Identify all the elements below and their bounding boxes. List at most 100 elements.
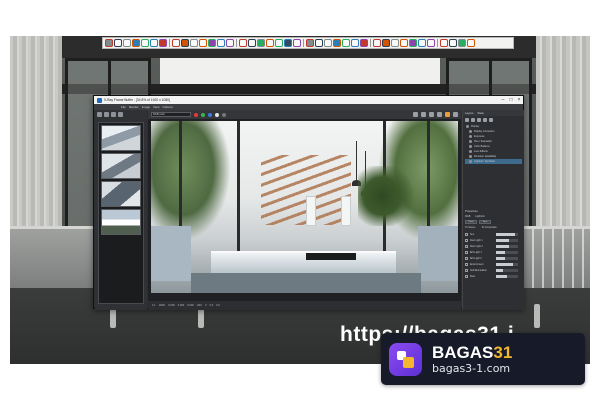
to-scene-option[interactable]: To Scene bbox=[465, 226, 475, 229]
toolbar-tool-icon[interactable] bbox=[123, 39, 131, 47]
stop-render-icon[interactable] bbox=[453, 112, 458, 117]
light-slider[interactable] bbox=[496, 262, 518, 266]
light-checkbox[interactable] bbox=[465, 262, 468, 266]
toolbar-tool-icon[interactable] bbox=[105, 39, 113, 47]
radio-lightmix[interactable]: Lightmix bbox=[475, 215, 484, 218]
eye-icon[interactable] bbox=[469, 145, 472, 148]
compare-icon[interactable] bbox=[118, 112, 123, 117]
menu-file[interactable]: File bbox=[121, 105, 126, 109]
history-thumbnail[interactable] bbox=[101, 153, 141, 179]
eye-icon[interactable] bbox=[469, 135, 472, 138]
toolbar-tool-icon[interactable] bbox=[172, 39, 180, 47]
layer-row[interactable]: Lightmix: Synthetic bbox=[465, 159, 522, 164]
light-checkbox[interactable] bbox=[465, 244, 468, 248]
save-preset-icon[interactable] bbox=[471, 117, 475, 122]
radio-rgb[interactable]: RGB bbox=[465, 215, 470, 218]
eye-icon[interactable] bbox=[466, 125, 469, 128]
history-thumbnail[interactable] bbox=[101, 181, 141, 207]
delete-icon[interactable] bbox=[111, 112, 116, 117]
toolbar-tool-icon[interactable] bbox=[427, 39, 435, 47]
green-channel-icon[interactable] bbox=[201, 112, 205, 117]
reset-button[interactable]: Reset bbox=[465, 220, 477, 224]
save-button[interactable]: Save bbox=[479, 220, 491, 224]
menu-render[interactable]: Render bbox=[129, 105, 139, 109]
toolbar-tool-icon[interactable] bbox=[418, 39, 426, 47]
toolbar-tool-icon[interactable] bbox=[449, 39, 457, 47]
toolbar-tool-icon[interactable] bbox=[324, 39, 332, 47]
close-icon[interactable]: × bbox=[515, 96, 523, 104]
toolbar-tool-icon[interactable] bbox=[248, 39, 256, 47]
toolbar-tool-icon[interactable] bbox=[114, 39, 122, 47]
mono-channel-icon[interactable] bbox=[222, 112, 226, 117]
toolbar-tool-icon[interactable] bbox=[132, 39, 140, 47]
light-checkbox[interactable] bbox=[465, 256, 468, 260]
toolbar-tool-icon[interactable] bbox=[400, 39, 408, 47]
eye-icon[interactable] bbox=[469, 150, 472, 153]
toolbar-tool-icon[interactable] bbox=[351, 39, 359, 47]
channel-select[interactable]: RGB color bbox=[151, 112, 191, 117]
toolbar-tool-icon[interactable] bbox=[275, 39, 283, 47]
menu-image[interactable]: Image bbox=[142, 105, 150, 109]
load-preset-icon[interactable] bbox=[477, 117, 481, 122]
eye-icon[interactable] bbox=[469, 130, 472, 133]
eye-icon[interactable] bbox=[469, 160, 472, 163]
toolbar-tool-icon[interactable] bbox=[284, 39, 292, 47]
light-slider[interactable] bbox=[496, 274, 518, 278]
toolbar-tool-icon[interactable] bbox=[382, 39, 390, 47]
tab-stats[interactable]: Stats bbox=[477, 111, 483, 115]
blue-channel-icon[interactable] bbox=[208, 112, 212, 117]
light-slider[interactable] bbox=[496, 268, 518, 272]
render-teapot-icon[interactable] bbox=[445, 112, 450, 117]
history-icon[interactable] bbox=[489, 117, 493, 122]
light-checkbox[interactable] bbox=[465, 238, 468, 242]
history-thumbnail[interactable] bbox=[101, 125, 141, 151]
window-title-bar[interactable]: V-Ray Frame Buffer - [34.8% of 1920 x 10… bbox=[94, 96, 523, 104]
eye-icon[interactable] bbox=[469, 155, 472, 158]
save-icon[interactable] bbox=[97, 112, 102, 117]
brand-badge[interactable]: BAGAS31 bagas3-1.com bbox=[381, 333, 585, 385]
minimize-icon[interactable]: – bbox=[499, 96, 507, 104]
light-slider[interactable] bbox=[496, 256, 518, 260]
toolbar-tool-icon[interactable] bbox=[199, 39, 207, 47]
light-checkbox[interactable] bbox=[465, 232, 468, 236]
toolbar-tool-icon[interactable] bbox=[333, 39, 341, 47]
folder-icon[interactable] bbox=[104, 112, 109, 117]
toolbar-tool-icon[interactable] bbox=[409, 39, 417, 47]
toolbar-tool-icon[interactable] bbox=[440, 39, 448, 47]
alpha-channel-icon[interactable] bbox=[215, 112, 219, 117]
toolbar-tool-icon[interactable] bbox=[266, 39, 274, 47]
toolbar-tool-icon[interactable] bbox=[190, 39, 198, 47]
light-slider[interactable] bbox=[496, 232, 518, 236]
region-render-icon[interactable] bbox=[421, 112, 426, 117]
toolbar-tool-icon[interactable] bbox=[150, 39, 158, 47]
toolbar-tool-icon[interactable] bbox=[239, 39, 247, 47]
toolbar-tool-icon[interactable] bbox=[293, 39, 301, 47]
toolbar-tool-icon[interactable] bbox=[257, 39, 265, 47]
toolbar-tool-icon[interactable] bbox=[373, 39, 381, 47]
interactive-render-icon[interactable] bbox=[437, 112, 442, 117]
light-checkbox[interactable] bbox=[465, 274, 468, 278]
light-slider[interactable] bbox=[496, 244, 518, 248]
light-slider[interactable] bbox=[496, 238, 518, 242]
toolbar-tool-icon[interactable] bbox=[306, 39, 314, 47]
toolbar-tool-icon[interactable] bbox=[315, 39, 323, 47]
save-image-icon[interactable] bbox=[413, 112, 418, 117]
menu-view[interactable]: View bbox=[153, 105, 159, 109]
maximize-icon[interactable]: □ bbox=[507, 96, 515, 104]
toolbar-tool-icon[interactable] bbox=[208, 39, 216, 47]
toolbar-tool-icon[interactable] bbox=[159, 39, 167, 47]
toolbar-tool-icon[interactable] bbox=[226, 39, 234, 47]
toolbar-tool-icon[interactable] bbox=[342, 39, 350, 47]
toolbar-tool-icon[interactable] bbox=[467, 39, 475, 47]
toolbar-tool-icon[interactable] bbox=[391, 39, 399, 47]
to-composite-option[interactable]: To Composite bbox=[481, 226, 496, 229]
tab-layers[interactable]: Layers bbox=[465, 111, 473, 115]
light-slider[interactable] bbox=[496, 250, 518, 254]
track-mouse-icon[interactable] bbox=[429, 112, 434, 117]
toolbar-tool-icon[interactable] bbox=[360, 39, 368, 47]
history-thumbnail[interactable] bbox=[101, 209, 141, 235]
toolbar-tool-icon[interactable] bbox=[181, 39, 189, 47]
add-layer-icon[interactable] bbox=[465, 117, 469, 122]
toolbar-tool-icon[interactable] bbox=[458, 39, 466, 47]
light-checkbox[interactable] bbox=[465, 268, 468, 272]
